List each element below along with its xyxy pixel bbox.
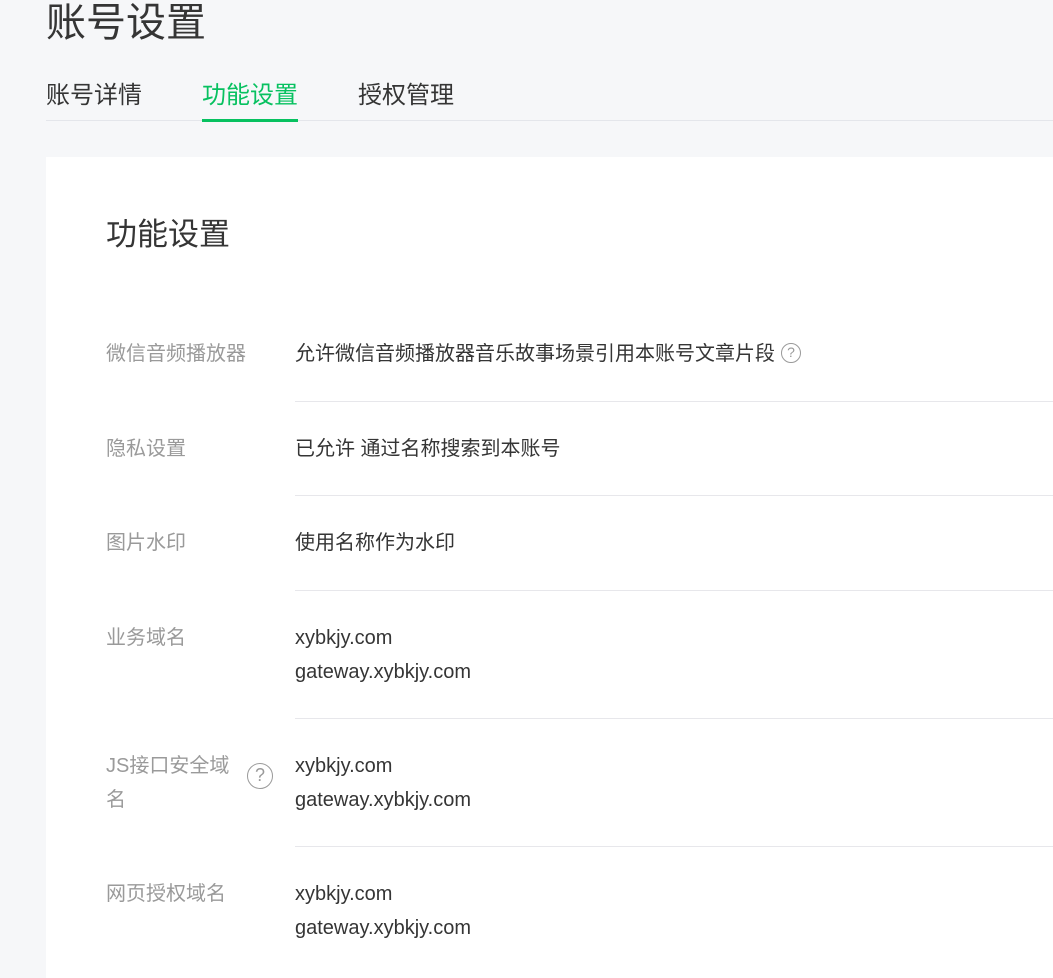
card-title: 功能设置 [106, 217, 230, 252]
row-label: 微信音频播放器 [106, 343, 246, 365]
row-label: 网页授权域名 [106, 883, 226, 905]
row-label: JS接口安全域 名 [106, 749, 246, 817]
row-value: 已允许 通过名称搜索到本账号 [295, 438, 561, 460]
row-divider [295, 718, 1053, 719]
row-value: xybkjy.com gateway.xybkjy.com [295, 877, 1053, 945]
domain-item: xybkjy.com [295, 755, 393, 777]
row-label-line: JS接口安全域 [106, 755, 230, 777]
row-divider [295, 495, 1053, 496]
tab-feature-settings[interactable]: 功能设置 [202, 72, 298, 122]
row-value: xybkjy.com gateway.xybkjy.com [295, 749, 1053, 817]
domain-item: gateway.xybkjy.com [295, 789, 471, 811]
domain-item: xybkjy.com [295, 883, 393, 905]
row-divider [295, 846, 1053, 847]
row-divider [295, 401, 1053, 402]
page-title: 账号设置 [46, 1, 206, 45]
tab-bar: 账号详情 功能设置 授权管理 [46, 72, 1053, 122]
row-label-line: 名 [106, 789, 126, 811]
row-label: 图片水印 [106, 532, 186, 554]
row-value: 允许微信音频播放器音乐故事场景引用本账号文章片段? [295, 337, 1053, 371]
audio-player-value: 允许微信音频播放器音乐故事场景引用本账号文章片段 [295, 343, 775, 365]
row-label: 业务域名 [106, 627, 186, 649]
row-value: xybkjy.com gateway.xybkjy.com [295, 621, 1053, 689]
row-divider [295, 590, 1053, 591]
settings-card: 功能设置 微信音频播放器 允许微信音频播放器音乐故事场景引用本账号文章片段? 隐… [46, 157, 1053, 978]
domain-item: gateway.xybkjy.com [295, 661, 471, 683]
domain-item: xybkjy.com [295, 627, 393, 649]
row-value: 使用名称作为水印 [295, 532, 455, 554]
row-label: 隐私设置 [106, 438, 186, 460]
tab-authorization-management[interactable]: 授权管理 [358, 72, 454, 120]
help-icon[interactable]: ? [781, 342, 801, 363]
help-icon[interactable]: ? [247, 763, 273, 789]
tab-account-details[interactable]: 账号详情 [46, 72, 142, 120]
domain-item: gateway.xybkjy.com [295, 917, 471, 939]
